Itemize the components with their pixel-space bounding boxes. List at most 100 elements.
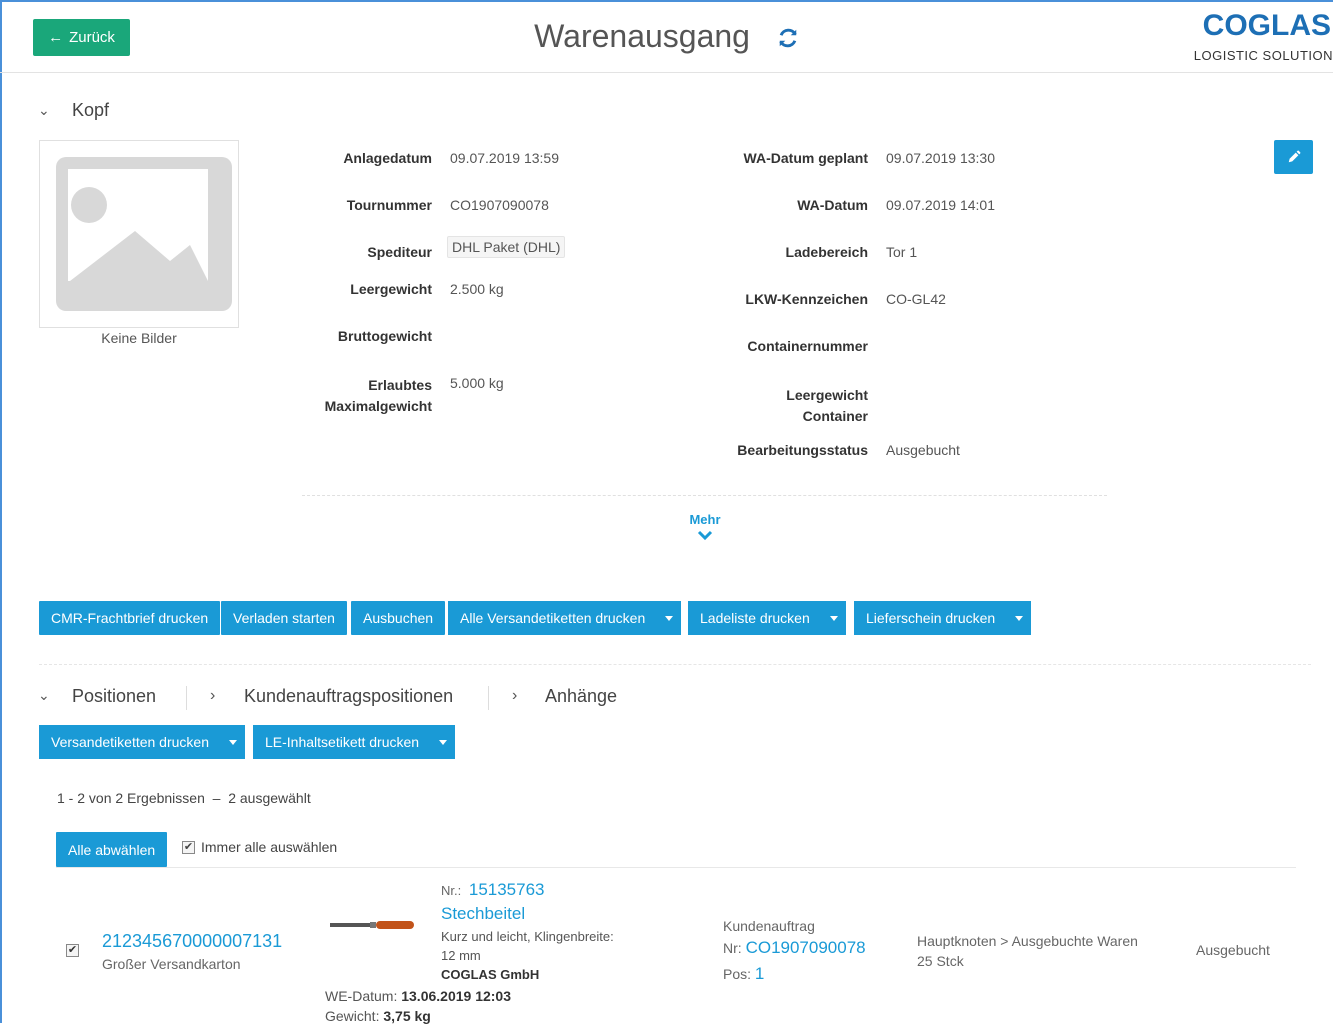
le-number-link[interactable]: 212345670000007131	[102, 931, 282, 952]
ladeliste-button[interactable]: Ladeliste drucken	[688, 601, 818, 635]
spediteur-tag[interactable]: DHL Paket (DHL)	[447, 236, 566, 258]
pencil-icon	[1288, 150, 1300, 163]
ausbuchen-button[interactable]: Ausbuchen	[351, 601, 446, 635]
field-label: Ladebereich	[785, 244, 868, 260]
kundenauftrag-pos: Pos: 1	[723, 964, 764, 984]
chevron-right-icon[interactable]: ›	[210, 687, 215, 705]
result-count: 1 - 2 von 2 Ergebnissen – 2 ausgewählt	[57, 790, 311, 806]
article-thumbnail[interactable]	[330, 918, 416, 932]
le-inhaltsetikett-button[interactable]: LE-Inhaltsetikett drucken	[253, 725, 428, 759]
field-label: Leergewicht	[350, 281, 432, 297]
field-label: Containernummer	[747, 338, 868, 354]
we-datum-value: 13.06.2019 12:03	[401, 988, 511, 1004]
we-datum: WE-Datum: 13.06.2019 12:03	[325, 988, 511, 1004]
verladen-starten-button[interactable]: Verladen starten	[221, 601, 347, 635]
manufacturer: COGLAS GmbH	[441, 967, 540, 982]
kundenauftrag-nr: Nr: CO1907090078	[723, 938, 866, 958]
field-value-wa-datum-geplant: 09.07.2019 13:30	[886, 150, 995, 166]
ladeliste-group: Ladeliste drucken	[688, 601, 846, 635]
field-value-anlagedatum: 09.07.2019 13:59	[450, 150, 559, 166]
immer-alle-checkbox[interactable]: ✔	[182, 840, 195, 854]
field-label-line: Leergewicht	[786, 387, 868, 403]
chisel-image	[330, 921, 414, 929]
field-label: WA-Datum geplant	[743, 150, 868, 166]
page-title-text: Warenausgang	[534, 18, 750, 54]
caret-down-icon	[1015, 615, 1024, 621]
dashed-divider	[302, 495, 1107, 496]
ka-nr-link[interactable]: CO1907090078	[746, 938, 866, 957]
ka-nr-label: Nr:	[723, 940, 742, 956]
field-value-kennzeichen: CO-GL42	[886, 291, 946, 307]
field-label: Erlaubtes Maximalgewicht	[300, 375, 432, 417]
field-label: Bearbeitungsstatus	[737, 442, 868, 458]
article-desc-line2: 12 mm	[441, 948, 481, 963]
field-value-ladebereich: Tor 1	[886, 244, 918, 260]
field-label-line: Container	[802, 408, 868, 424]
tab-positionen[interactable]: Positionen	[72, 686, 156, 707]
immer-alle-checkbox-row[interactable]: ✔ Immer alle auswählen	[182, 839, 337, 855]
mehr-toggle[interactable]: Mehr	[660, 512, 750, 544]
tab-kundenauftragspositionen[interactable]: Kundenauftragspositionen	[244, 686, 453, 707]
field-label: Spediteur	[367, 244, 432, 260]
logo-text: COGLAS	[1202, 9, 1331, 42]
article-name-link[interactable]: Stechbeitel	[441, 904, 525, 924]
ka-pos-label: Pos:	[723, 966, 752, 982]
caret-down-icon	[229, 739, 237, 745]
field-label: Anlagedatum	[343, 150, 432, 166]
chevron-down-icon[interactable]: ⌄	[38, 687, 50, 704]
tab-separator	[488, 686, 489, 710]
gewicht-value: 3,75 kg	[383, 1008, 431, 1024]
field-label: LKW-Kennzeichen	[745, 291, 868, 307]
field-label: Leergewicht Container	[700, 385, 868, 427]
menge: 25 Stck	[917, 953, 964, 969]
field-label-line: Erlaubtes	[368, 377, 432, 393]
field-label-line: Maximalgewicht	[324, 398, 432, 414]
alle-abwaehlen-button[interactable]: Alle abwählen	[56, 832, 168, 867]
versandetiketten-button[interactable]: Versandetiketten drucken	[39, 725, 217, 759]
dropdown-toggle[interactable]	[818, 601, 846, 635]
le-inhalt-group: LE-Inhaltsetikett drucken	[253, 725, 456, 759]
tab-anhaenge[interactable]: Anhänge	[545, 686, 617, 707]
caret-down-icon	[439, 739, 448, 745]
field-value-max-gewicht: 5.000 kg	[450, 375, 504, 391]
ka-pos-link[interactable]: 1	[755, 964, 764, 983]
image-placeholder[interactable]	[39, 140, 239, 328]
versandetiketten-group: Versandetiketten drucken	[39, 725, 245, 759]
field-label: Tournummer	[346, 197, 432, 213]
field-value-tournummer: CO1907090078	[450, 197, 549, 213]
image-icon	[56, 157, 232, 311]
chevron-down-icon	[697, 530, 713, 541]
dropdown-toggle[interactable]	[217, 725, 245, 759]
lieferschein-group: Lieferschein drucken	[854, 601, 1032, 635]
field-value-leergewicht: 2.500 kg	[450, 281, 504, 297]
section-title-kopf[interactable]: Kopf	[72, 100, 109, 121]
we-datum-label: WE-Datum:	[325, 988, 398, 1004]
logo-subtitle: LOGISTIC SOLUTION	[1193, 48, 1333, 63]
chevron-down-icon[interactable]: ⌄	[38, 102, 50, 119]
dropdown-toggle[interactable]	[427, 725, 455, 759]
edit-button[interactable]	[1274, 140, 1313, 174]
tab-separator	[186, 686, 187, 710]
field-value-wa-datum: 09.07.2019 14:01	[886, 197, 995, 213]
lagerort: Hauptknoten > Ausgebuchte Waren	[917, 933, 1138, 949]
refresh-icon[interactable]	[777, 20, 799, 57]
mehr-label: Mehr	[689, 512, 721, 527]
lieferschein-button[interactable]: Lieferschein drucken	[854, 601, 1004, 635]
field-label: Bruttogewicht	[337, 328, 432, 344]
versandetiketten-alle-group: Alle Versandetiketten drucken	[448, 601, 682, 635]
section-divider	[39, 664, 1311, 665]
le-type: Großer Versandkarton	[102, 956, 241, 972]
cmr-print-button[interactable]: CMR-Frachtbrief drucken	[39, 601, 221, 635]
dropdown-toggle[interactable]	[653, 601, 681, 635]
row-checkbox[interactable]: ✔	[66, 944, 79, 957]
article-number-row: Nr.: 15135763	[441, 880, 545, 900]
table-row[interactable]: ✔ 212345670000007131 Großer Versandkarto…	[0, 868, 1333, 1024]
article-nr-link[interactable]: 15135763	[469, 880, 545, 899]
article-nr-label: Nr.:	[441, 883, 462, 898]
status: Ausgebucht	[1196, 942, 1270, 958]
versandetiketten-alle-button[interactable]: Alle Versandetiketten drucken	[448, 601, 654, 635]
chevron-right-icon[interactable]: ›	[512, 687, 517, 705]
dropdown-toggle[interactable]	[1003, 601, 1031, 635]
field-value-bearbeitungsstatus: Ausgebucht	[886, 442, 960, 458]
caret-down-icon	[829, 615, 838, 621]
